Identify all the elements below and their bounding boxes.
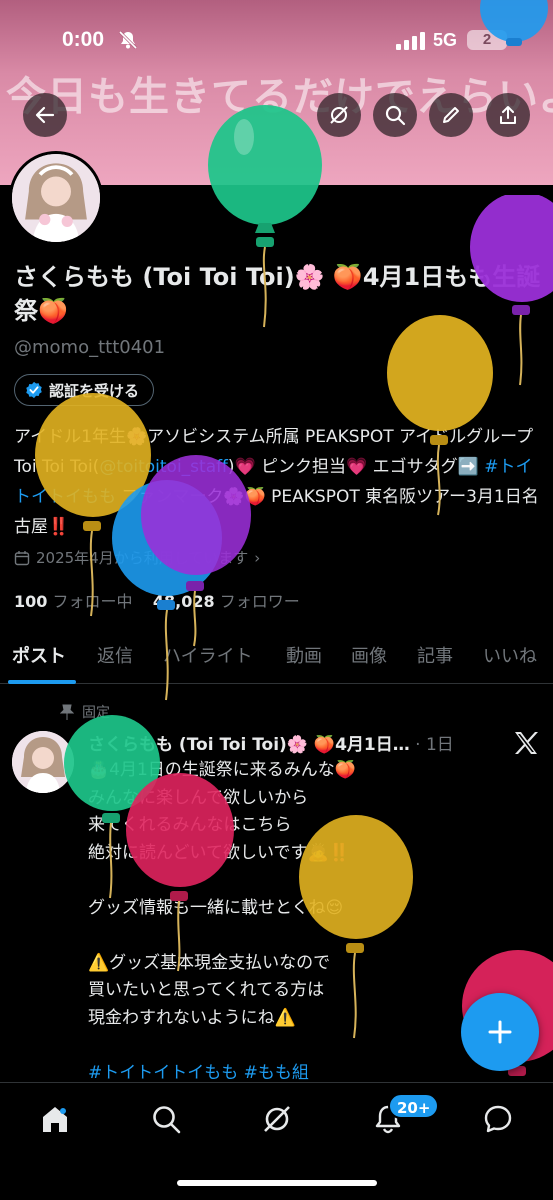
status-bar: 0:00 5G 2 — [0, 0, 553, 84]
bell-off-icon — [118, 30, 138, 50]
balloon-purple-middle — [141, 455, 251, 647]
x-logo-icon[interactable] — [513, 731, 539, 755]
calendar-icon — [14, 550, 30, 565]
back-arrow-icon — [35, 106, 55, 124]
active-tab-indicator — [8, 680, 76, 684]
tab-media[interactable]: 画像 — [351, 642, 387, 668]
profile-tabs: ポスト 返信 ハイライト 動画 画像 記事 いいね — [0, 632, 553, 684]
balloon-yellow-bottom — [299, 815, 413, 1039]
back-button[interactable] — [23, 93, 67, 137]
tab-videos[interactable]: 動画 — [286, 642, 322, 668]
edit-button[interactable] — [429, 93, 473, 137]
mail-icon[interactable] — [482, 1103, 514, 1135]
avatar-image — [12, 154, 100, 242]
home-icon[interactable] — [39, 1103, 71, 1135]
post-time[interactable]: · 1日 — [415, 735, 454, 755]
profile-handle: @momo_ttt0401 — [14, 337, 166, 358]
compose-button[interactable] — [461, 993, 539, 1071]
search-button[interactable] — [373, 93, 417, 137]
notifications-badge: 20+ — [388, 1093, 440, 1119]
search-icon — [385, 105, 406, 126]
chevron-right-icon: › — [254, 548, 261, 567]
no-grok-icon — [330, 106, 348, 124]
grok-icon[interactable] — [261, 1103, 293, 1135]
balloon-green — [208, 105, 322, 328]
tab-articles[interactable]: 記事 — [417, 642, 453, 668]
share-icon — [500, 106, 516, 124]
signal-icon — [396, 32, 425, 50]
network-label: 5G — [433, 30, 458, 50]
balloon-red — [126, 773, 234, 972]
tab-posts[interactable]: ポスト — [12, 642, 66, 668]
balloon-yellow-right — [387, 315, 493, 516]
share-button[interactable] — [486, 93, 530, 137]
plus-icon — [488, 1020, 512, 1044]
tab-likes[interactable]: いいね — [483, 642, 537, 668]
home-indicator — [177, 1180, 377, 1186]
edit-icon — [443, 107, 459, 123]
balloon-blue-top — [480, 0, 548, 46]
search-icon[interactable] — [150, 1103, 182, 1135]
profile-avatar[interactable] — [9, 151, 103, 245]
status-time: 0:00 — [62, 28, 105, 51]
